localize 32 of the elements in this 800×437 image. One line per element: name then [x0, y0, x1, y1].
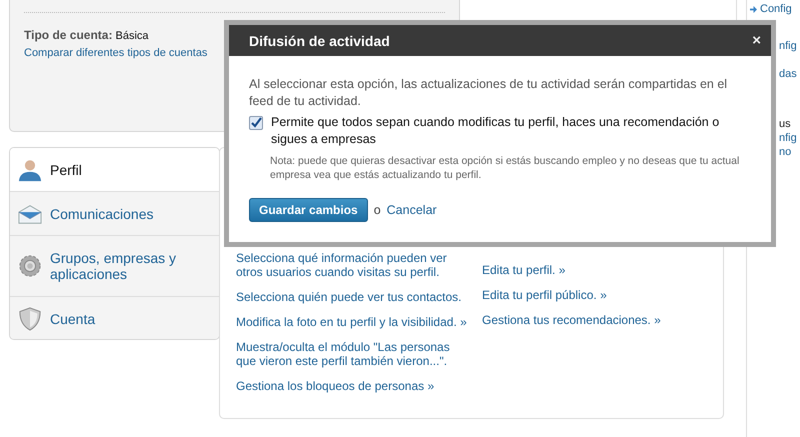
close-button[interactable]: × — [752, 32, 761, 49]
settings-link[interactable]: us — [779, 118, 791, 130]
arrow-icon — [750, 6, 757, 12]
settings-link[interactable]: Gestiona tus recomendaciones. » — [482, 313, 661, 327]
account-type: Tipo de cuenta: Básica — [24, 28, 149, 42]
shield-icon — [18, 307, 42, 331]
settings-link[interactable]: Config — [760, 3, 792, 15]
sidebar-item[interactable]: Grupos, empresas y aplicaciones — [10, 236, 219, 297]
separator-text: o — [374, 203, 381, 217]
settings-link[interactable]: no — [779, 146, 792, 158]
sidebar-item[interactable]: Comunicaciones — [10, 192, 219, 236]
settings-link[interactable]: Muestra/oculta el módulo "Las personas que vieron este perfil también vieron...". — [236, 340, 468, 368]
sidebar-item[interactable]: Cuenta — [10, 297, 219, 339]
settings-link[interactable]: Gestiona los bloqueos de personas » — [236, 379, 468, 393]
settings-link[interactable]: Edita tu perfil público. » — [482, 288, 661, 302]
person-icon — [18, 158, 42, 182]
note-text: Nota: puede que quieras desactivar esta opción si estás buscando empleo y no deseas que tu actual empresa vea que estás actualizando tu perfil. — [270, 154, 740, 182]
settings-link[interactable]: das — [779, 68, 797, 80]
dialog-title: Difusión de actividad — [249, 32, 390, 48]
gear-icon — [18, 254, 42, 278]
settings-link[interactable]: nfig — [779, 40, 797, 52]
settings-link[interactable]: Edita tu perfil. » — [482, 263, 661, 277]
settings-link[interactable]: Selecciona qué información pueden ver otros usuarios cuando visitas su perfil. — [236, 251, 468, 279]
dialog-description: Al seleccionar esta opción, las actualizaciones de tu actividad serán compartidas en el feed de tu actividad. — [249, 76, 728, 110]
settings-link[interactable]: Selecciona quién puede ver tus contactos. — [236, 290, 468, 304]
checkbox-label: Permite que todos sepan cuando modificas tu perfil, haces una recomendación o sigues a empresas — [271, 114, 720, 148]
settings-link[interactable]: Modifica la foto en tu perfil y la visibilidad. » — [236, 315, 468, 329]
cancel-link[interactable]: Cancelar — [386, 203, 437, 217]
settings-link[interactable]: nfig — [779, 132, 797, 144]
sidebar-item[interactable]: Perfil — [10, 148, 219, 192]
save-button[interactable]: Guardar cambios — [249, 198, 368, 222]
checkbox[interactable] — [249, 116, 263, 130]
